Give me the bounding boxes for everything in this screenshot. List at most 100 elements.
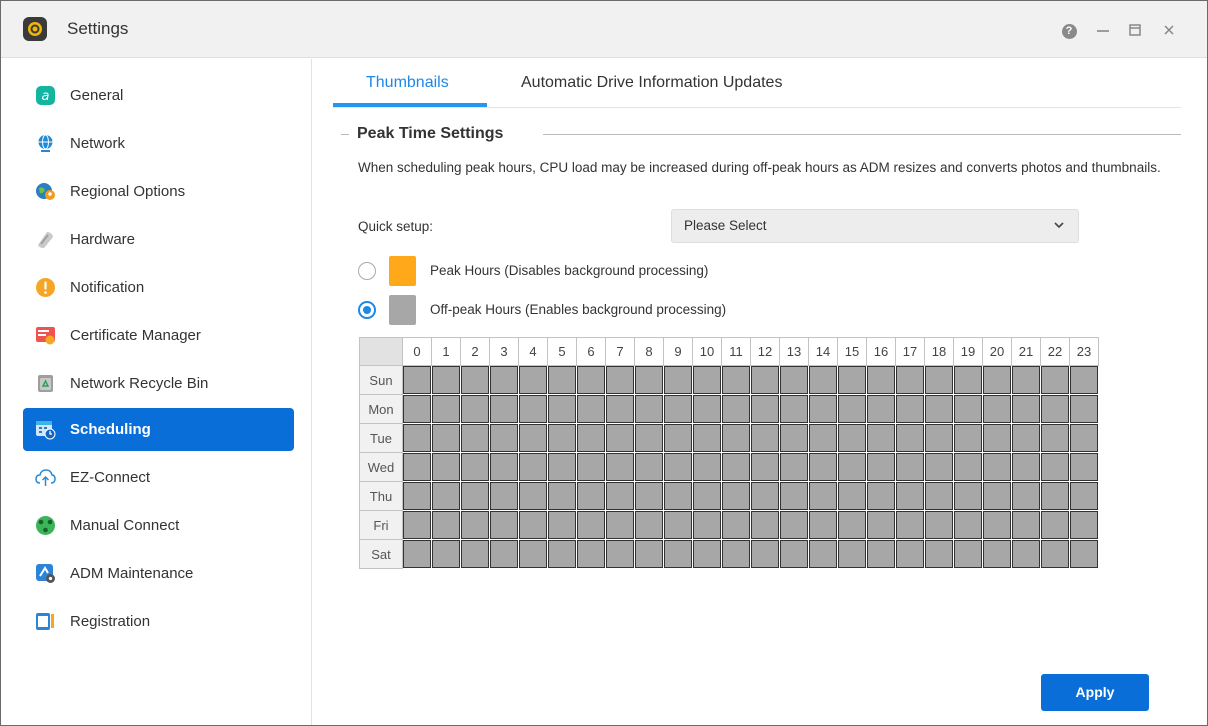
schedule-cell[interactable] <box>982 452 1012 482</box>
peak-hours-radio[interactable] <box>358 262 376 280</box>
schedule-cell[interactable] <box>866 423 896 453</box>
schedule-cell[interactable] <box>953 423 983 453</box>
schedule-cell[interactable] <box>431 365 461 395</box>
schedule-cell[interactable] <box>1011 365 1041 395</box>
schedule-cell[interactable] <box>866 452 896 482</box>
schedule-cell[interactable] <box>953 539 983 569</box>
schedule-cell[interactable] <box>924 481 954 511</box>
schedule-cell[interactable] <box>953 452 983 482</box>
schedule-cell[interactable] <box>576 539 606 569</box>
schedule-cell[interactable] <box>547 539 577 569</box>
schedule-cell[interactable] <box>1040 539 1070 569</box>
schedule-cell[interactable] <box>402 423 432 453</box>
schedule-cell[interactable] <box>808 423 838 453</box>
schedule-cell[interactable] <box>1069 394 1099 424</box>
sidebar-item-adm-maintenance[interactable]: ADM Maintenance <box>23 552 294 595</box>
schedule-cell[interactable] <box>489 365 519 395</box>
schedule-cell[interactable] <box>431 394 461 424</box>
schedule-cell[interactable] <box>895 539 925 569</box>
schedule-cell[interactable] <box>953 481 983 511</box>
hour-header[interactable]: 4 <box>518 337 548 366</box>
schedule-cell[interactable] <box>721 365 751 395</box>
schedule-cell[interactable] <box>663 394 693 424</box>
hour-header[interactable]: 17 <box>895 337 925 366</box>
tab-automatic-drive-information-updates[interactable]: Automatic Drive Information Updates <box>521 74 782 92</box>
hour-header[interactable]: 23 <box>1069 337 1099 366</box>
schedule-cell[interactable] <box>518 481 548 511</box>
schedule-cell[interactable] <box>634 423 664 453</box>
schedule-cell[interactable] <box>721 481 751 511</box>
schedule-cell[interactable] <box>808 452 838 482</box>
schedule-cell[interactable] <box>953 394 983 424</box>
maximize-icon[interactable] <box>1126 21 1144 39</box>
schedule-cell[interactable] <box>663 481 693 511</box>
hour-header[interactable]: 18 <box>924 337 954 366</box>
schedule-cell[interactable] <box>895 510 925 540</box>
schedule-cell[interactable] <box>1011 394 1041 424</box>
schedule-cell[interactable] <box>605 394 635 424</box>
schedule-cell[interactable] <box>576 510 606 540</box>
schedule-cell[interactable] <box>1040 510 1070 540</box>
schedule-cell[interactable] <box>634 452 664 482</box>
schedule-cell[interactable] <box>663 452 693 482</box>
hour-header[interactable]: 12 <box>750 337 780 366</box>
hour-header[interactable]: 6 <box>576 337 606 366</box>
schedule-cell[interactable] <box>895 423 925 453</box>
schedule-cell[interactable] <box>924 510 954 540</box>
schedule-cell[interactable] <box>460 452 490 482</box>
schedule-cell[interactable] <box>779 539 809 569</box>
schedule-cell[interactable] <box>1040 452 1070 482</box>
schedule-cell[interactable] <box>837 452 867 482</box>
schedule-cell[interactable] <box>460 481 490 511</box>
schedule-cell[interactable] <box>663 423 693 453</box>
schedule-cell[interactable] <box>663 539 693 569</box>
schedule-cell[interactable] <box>692 365 722 395</box>
schedule-cell[interactable] <box>634 394 664 424</box>
schedule-cell[interactable] <box>518 452 548 482</box>
schedule-cell[interactable] <box>721 394 751 424</box>
schedule-cell[interactable] <box>431 510 461 540</box>
schedule-cell[interactable] <box>547 452 577 482</box>
schedule-cell[interactable] <box>779 481 809 511</box>
schedule-cell[interactable] <box>924 365 954 395</box>
schedule-cell[interactable] <box>837 539 867 569</box>
tab-thumbnails[interactable]: Thumbnails <box>366 74 449 92</box>
schedule-cell[interactable] <box>895 481 925 511</box>
schedule-cell[interactable] <box>605 539 635 569</box>
schedule-cell[interactable] <box>1040 365 1070 395</box>
schedule-cell[interactable] <box>1069 481 1099 511</box>
schedule-cell[interactable] <box>808 510 838 540</box>
hour-header[interactable]: 13 <box>779 337 809 366</box>
schedule-cell[interactable] <box>866 510 896 540</box>
hour-header[interactable]: 0 <box>402 337 432 366</box>
day-header[interactable]: Sat <box>359 539 403 569</box>
schedule-cell[interactable] <box>518 394 548 424</box>
schedule-cell[interactable] <box>518 423 548 453</box>
peak-hours-option[interactable]: Peak Hours (Disables background processi… <box>358 255 958 287</box>
sidebar-item-notification[interactable]: Notification <box>23 266 294 309</box>
schedule-cell[interactable] <box>982 394 1012 424</box>
schedule-cell[interactable] <box>576 481 606 511</box>
schedule-cell[interactable] <box>605 365 635 395</box>
schedule-cell[interactable] <box>547 510 577 540</box>
schedule-cell[interactable] <box>779 394 809 424</box>
schedule-cell[interactable] <box>721 423 751 453</box>
schedule-cell[interactable] <box>489 423 519 453</box>
schedule-cell[interactable] <box>431 423 461 453</box>
schedule-cell[interactable] <box>808 365 838 395</box>
hour-header[interactable]: 5 <box>547 337 577 366</box>
sidebar-item-certificate-manager[interactable]: Certificate Manager <box>23 314 294 357</box>
schedule-cell[interactable] <box>1011 510 1041 540</box>
schedule-cell[interactable] <box>634 481 664 511</box>
schedule-cell[interactable] <box>895 452 925 482</box>
schedule-cell[interactable] <box>547 365 577 395</box>
schedule-cell[interactable] <box>779 423 809 453</box>
schedule-cell[interactable] <box>692 452 722 482</box>
schedule-cell[interactable] <box>750 394 780 424</box>
schedule-cell[interactable] <box>837 510 867 540</box>
schedule-cell[interactable] <box>750 481 780 511</box>
hour-header[interactable]: 2 <box>460 337 490 366</box>
schedule-cell[interactable] <box>1011 452 1041 482</box>
sidebar-item-hardware[interactable]: Hardware <box>23 218 294 261</box>
schedule-cell[interactable] <box>837 365 867 395</box>
